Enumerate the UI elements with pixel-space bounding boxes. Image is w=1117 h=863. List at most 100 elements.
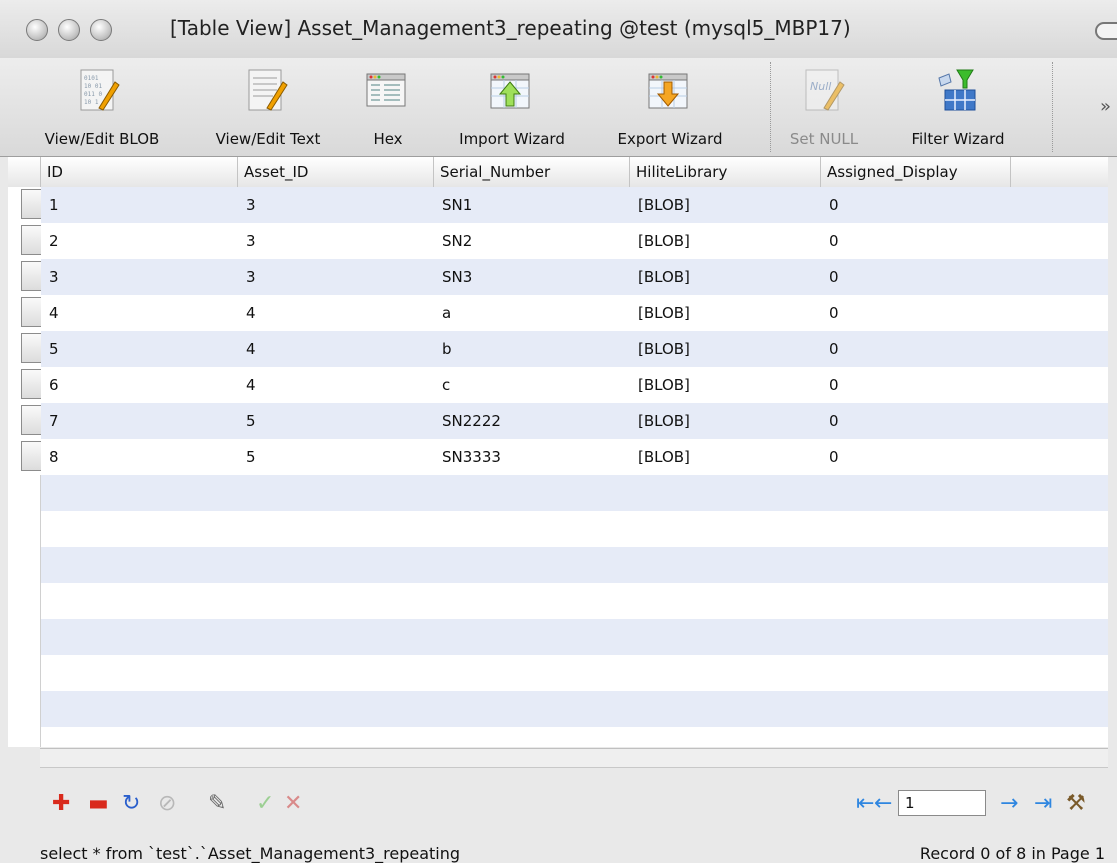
apply-icon[interactable]: ✓ bbox=[256, 792, 274, 816]
row-selector[interactable] bbox=[8, 295, 41, 331]
table-row[interactable]: 4 4 a [BLOB] 0 bbox=[41, 295, 1108, 331]
cell-id[interactable]: 5 bbox=[41, 331, 59, 367]
stop-icon[interactable]: ⊘ bbox=[158, 792, 176, 816]
zoom-window-button[interactable] bbox=[90, 19, 112, 41]
cell-assigned-display[interactable]: 0 bbox=[821, 259, 839, 295]
cell-id[interactable]: 8 bbox=[41, 439, 59, 475]
import-wizard-button[interactable]: Import Wizard bbox=[440, 58, 585, 156]
cell-assigned-display[interactable]: 0 bbox=[821, 295, 839, 331]
cell-asset-id[interactable]: 5 bbox=[238, 439, 256, 475]
cell-asset-id[interactable]: 3 bbox=[238, 223, 256, 259]
prev-page-icon[interactable]: ← bbox=[874, 792, 892, 816]
cell-id[interactable]: 7 bbox=[41, 403, 59, 439]
row-selector[interactable] bbox=[8, 403, 41, 439]
cell-serial-number[interactable]: SN3333 bbox=[434, 439, 501, 475]
column-header-serial-number[interactable]: Serial_Number bbox=[434, 157, 630, 187]
page-settings-icon[interactable]: ⚒ bbox=[1066, 792, 1086, 816]
cell-serial-number[interactable]: SN1 bbox=[434, 187, 472, 223]
filter-wizard-button[interactable]: Filter Wizard bbox=[883, 58, 1033, 156]
cell-serial-number[interactable]: a bbox=[434, 295, 451, 331]
set-null-button[interactable]: Null Set NULL bbox=[780, 58, 870, 156]
cell-id[interactable]: 1 bbox=[41, 187, 59, 223]
row-selector[interactable] bbox=[8, 187, 41, 223]
column-header-hilitelibrary[interactable]: HiliteLibrary bbox=[630, 157, 821, 187]
cell-serial-number[interactable]: b bbox=[434, 331, 452, 367]
view-edit-blob-button[interactable]: 0101 10 01 011 0 10 1 View/Edit BLOB bbox=[30, 58, 170, 156]
cell-hilitelibrary[interactable]: [BLOB] bbox=[630, 295, 690, 331]
cell-id[interactable]: 2 bbox=[41, 223, 59, 259]
horizontal-scrollbar[interactable] bbox=[40, 748, 1108, 768]
page-number-input[interactable]: 1 bbox=[898, 790, 986, 816]
cell-assigned-display[interactable]: 0 bbox=[821, 187, 839, 223]
table-row[interactable]: 1 3 SN1 [BLOB] 0 bbox=[41, 187, 1108, 223]
toolbar-overflow-icon[interactable]: » bbox=[1100, 96, 1111, 117]
row-selector[interactable] bbox=[8, 259, 41, 295]
cell-asset-id[interactable]: 3 bbox=[238, 259, 256, 295]
next-page-icon[interactable]: → bbox=[1000, 792, 1018, 816]
cell-serial-number[interactable]: SN3 bbox=[434, 259, 472, 295]
import-wizard-label: Import Wizard bbox=[459, 130, 565, 148]
title-bar: [Table View] Asset_Management3_repeating… bbox=[0, 0, 1117, 59]
last-page-icon[interactable]: ⇥ bbox=[1034, 792, 1052, 816]
row-selector[interactable] bbox=[8, 331, 41, 367]
empty-row bbox=[41, 619, 1108, 655]
table-header: ID Asset_ID Serial_Number HiliteLibrary … bbox=[8, 157, 1108, 188]
cell-hilitelibrary[interactable]: [BLOB] bbox=[630, 259, 690, 295]
column-header-assigned-display[interactable]: Assigned_Display bbox=[821, 157, 1011, 187]
refresh-icon[interactable]: ↻ bbox=[122, 792, 140, 816]
row-selector[interactable] bbox=[8, 439, 41, 475]
export-wizard-button[interactable]: Export Wizard bbox=[600, 58, 740, 156]
column-header-id[interactable]: ID bbox=[41, 157, 238, 187]
cell-assigned-display[interactable]: 0 bbox=[821, 223, 839, 259]
hex-icon bbox=[366, 73, 406, 107]
cell-id[interactable]: 4 bbox=[41, 295, 59, 331]
cell-asset-id[interactable]: 4 bbox=[238, 295, 256, 331]
delete-record-icon[interactable]: ▬ bbox=[88, 792, 109, 816]
toolbar: 0101 10 01 011 0 10 1 View/Edit BLOB Vie… bbox=[0, 58, 1117, 157]
view-edit-text-label: View/Edit Text bbox=[215, 130, 321, 148]
first-page-icon[interactable]: ⇤ bbox=[856, 792, 874, 816]
table-row[interactable]: 8 5 SN3333 [BLOB] 0 bbox=[41, 439, 1108, 475]
close-window-button[interactable] bbox=[26, 19, 48, 41]
toolbar-toggle-button[interactable] bbox=[1095, 22, 1117, 40]
cell-asset-id[interactable]: 3 bbox=[238, 187, 256, 223]
cell-hilitelibrary[interactable]: [BLOB] bbox=[630, 223, 690, 259]
filter-icon bbox=[938, 69, 976, 111]
svg-text:10 1: 10 1 bbox=[84, 99, 99, 106]
cell-hilitelibrary[interactable]: [BLOB] bbox=[630, 439, 690, 475]
cell-serial-number[interactable]: SN2222 bbox=[434, 403, 501, 439]
cell-serial-number[interactable]: c bbox=[434, 367, 450, 403]
cell-hilitelibrary[interactable]: [BLOB] bbox=[630, 187, 690, 223]
table-row[interactable]: 3 3 SN3 [BLOB] 0 bbox=[41, 259, 1108, 295]
edit-record-icon[interactable]: ✎ bbox=[208, 792, 226, 816]
empty-row bbox=[41, 475, 1108, 511]
table-row[interactable]: 6 4 c [BLOB] 0 bbox=[41, 367, 1108, 403]
discard-icon[interactable]: ✕ bbox=[284, 792, 302, 816]
view-edit-text-button[interactable]: View/Edit Text bbox=[195, 58, 345, 156]
table-row[interactable]: 7 5 SN2222 [BLOB] 0 bbox=[41, 403, 1108, 439]
cell-assigned-display[interactable]: 0 bbox=[821, 403, 839, 439]
null-icon-text: Null bbox=[810, 80, 831, 93]
row-selector[interactable] bbox=[8, 367, 41, 403]
svg-text:011 0: 011 0 bbox=[84, 91, 102, 98]
cell-assigned-display[interactable]: 0 bbox=[821, 367, 839, 403]
cell-asset-id[interactable]: 5 bbox=[238, 403, 256, 439]
cell-hilitelibrary[interactable]: [BLOB] bbox=[630, 367, 690, 403]
cell-hilitelibrary[interactable]: [BLOB] bbox=[630, 331, 690, 367]
cell-assigned-display[interactable]: 0 bbox=[821, 331, 839, 367]
column-header-asset-id[interactable]: Asset_ID bbox=[238, 157, 434, 187]
add-record-icon[interactable]: ✚ bbox=[52, 792, 70, 816]
import-icon bbox=[490, 73, 530, 109]
cell-asset-id[interactable]: 4 bbox=[238, 367, 256, 403]
cell-id[interactable]: 6 bbox=[41, 367, 59, 403]
cell-hilitelibrary[interactable]: [BLOB] bbox=[630, 403, 690, 439]
cell-assigned-display[interactable]: 0 bbox=[821, 439, 839, 475]
table-row[interactable]: 5 4 b [BLOB] 0 bbox=[41, 331, 1108, 367]
minimize-window-button[interactable] bbox=[58, 19, 80, 41]
cell-id[interactable]: 3 bbox=[41, 259, 59, 295]
hex-button[interactable]: Hex bbox=[358, 58, 418, 156]
cell-asset-id[interactable]: 4 bbox=[238, 331, 256, 367]
table-row[interactable]: 2 3 SN2 [BLOB] 0 bbox=[41, 223, 1108, 259]
row-selector[interactable] bbox=[8, 223, 41, 259]
cell-serial-number[interactable]: SN2 bbox=[434, 223, 472, 259]
